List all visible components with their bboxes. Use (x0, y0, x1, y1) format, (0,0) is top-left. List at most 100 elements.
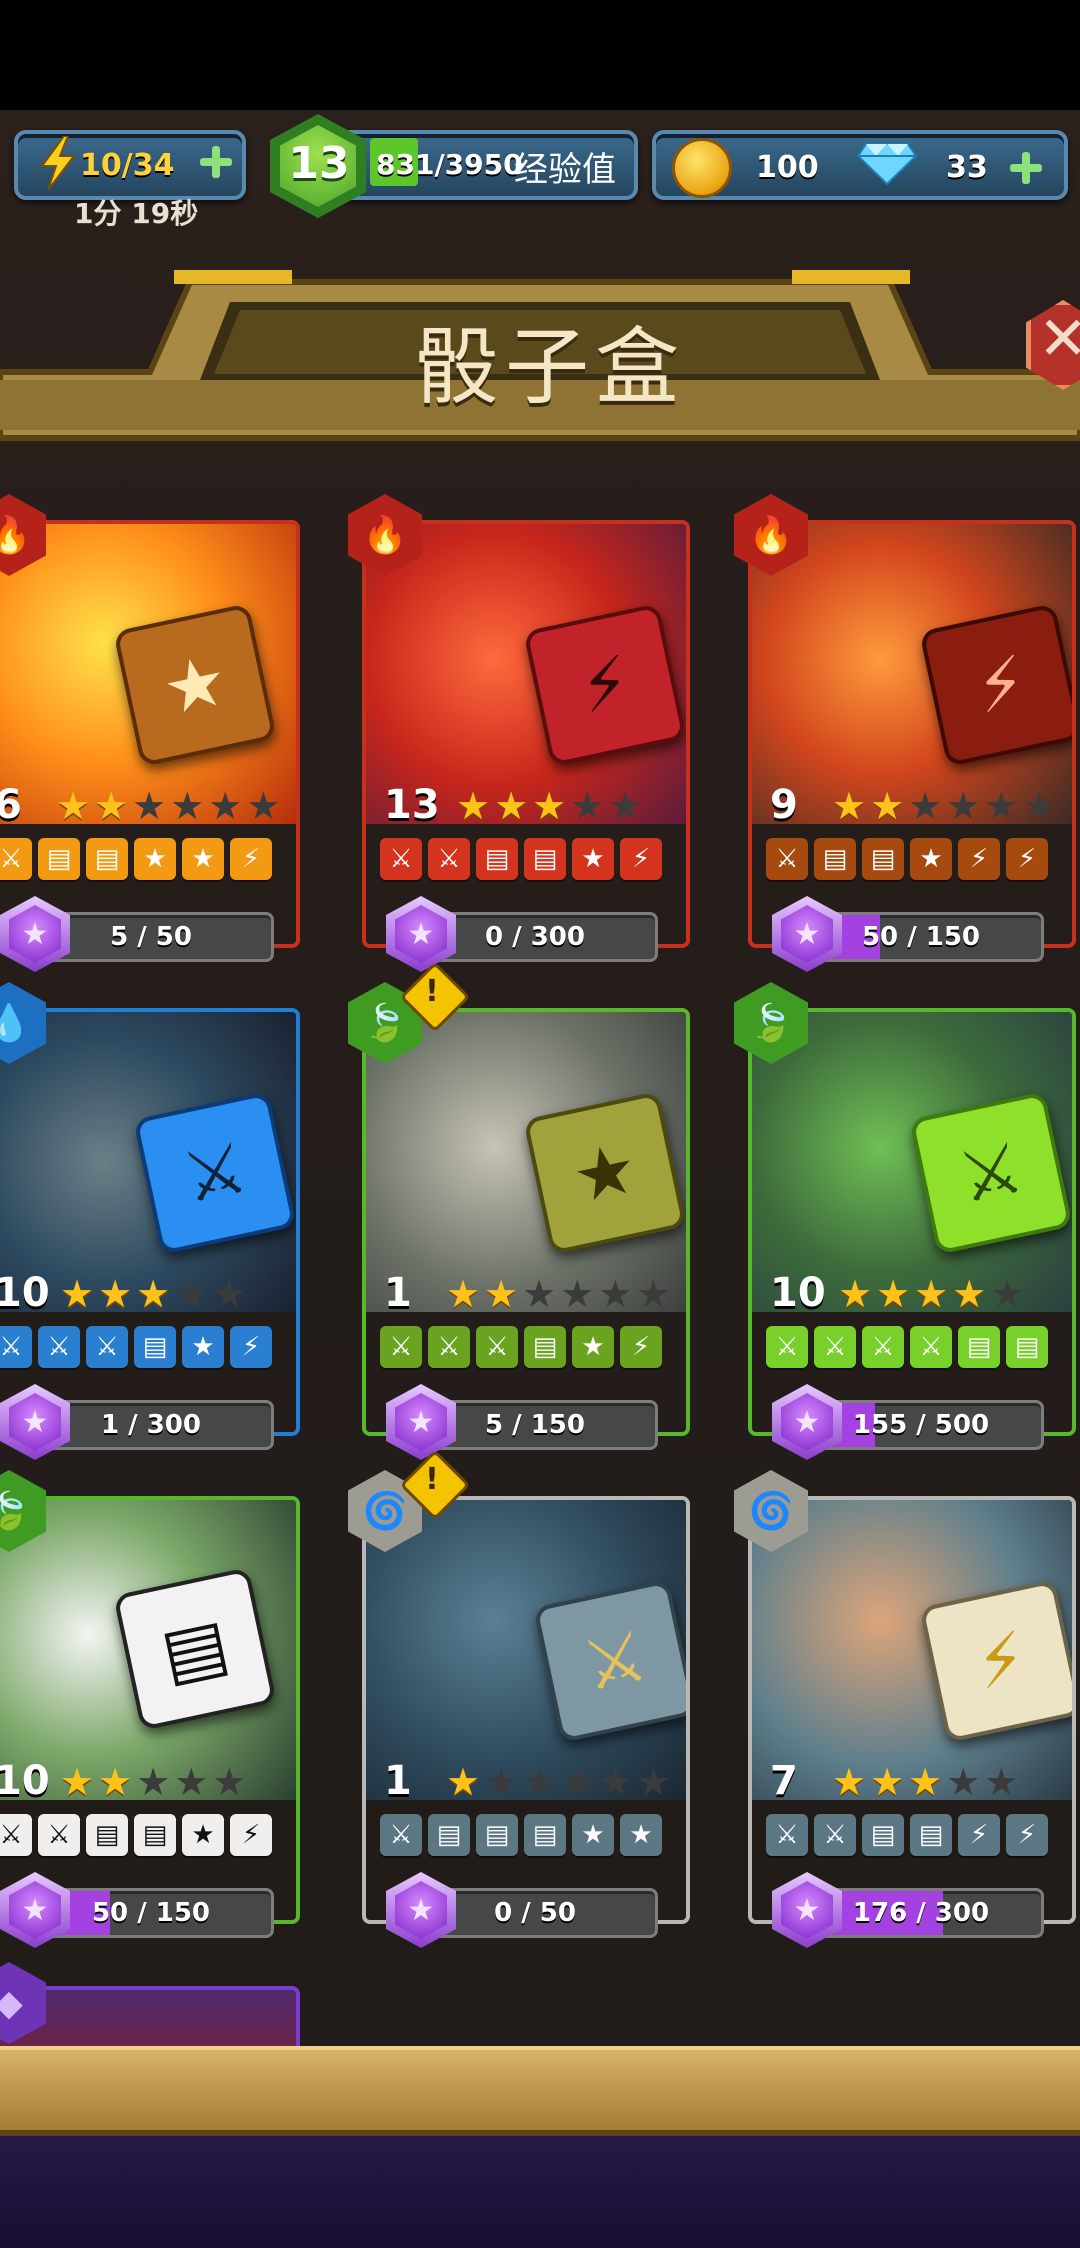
alert-mark: ! (425, 974, 439, 1009)
bottom-frame (0, 2046, 1080, 2136)
face-icon: ▤ (862, 838, 904, 880)
card-level: 9 (770, 782, 798, 828)
face-icon: ⚔ (38, 1814, 80, 1856)
energy-timer: 1分 19秒 (74, 197, 199, 230)
dice-faces: ⚔ ▤ ▤ ★ ⚡ ⚡ (766, 838, 1048, 882)
face-icon: ⚔ (766, 1326, 808, 1368)
card-level: 10 (0, 1270, 50, 1316)
dice-faces: ⚔ ⚔ ⚔ ⚔ ▤ ▤ (766, 1326, 1048, 1370)
close-icon[interactable]: ✕ (1038, 304, 1080, 374)
face-icon: ⚔ (0, 838, 32, 880)
dice-faces: ⚔ ⚔ ⚔ ▤ ★ ⚡ (0, 1326, 272, 1370)
dice-card[interactable]: ⚡ 7 ★★★★★ ⚔ ⚔ ▤ ▤ ⚡ ⚡ (748, 1496, 1076, 1924)
diamond-icon (856, 143, 918, 186)
card-level: 10 (0, 1758, 50, 1804)
face-icon: ▤ (476, 838, 518, 880)
alert-mark: ! (425, 1462, 439, 1497)
lightning-icon (40, 136, 77, 190)
face-icon: ⚡ (230, 1326, 272, 1368)
face-icon: ⚡ (620, 1326, 662, 1368)
dice-icon: ★ (113, 603, 277, 767)
xp-label: 经验值 (514, 150, 616, 190)
coin-value: 100 (756, 150, 819, 185)
page-title: 骰子盒 (414, 318, 685, 416)
star-rating: ★★★★★ (60, 1272, 251, 1316)
card-level: 10 (770, 1270, 826, 1316)
face-icon: ⚔ (428, 1326, 470, 1368)
star-rating: ★★★★★ (838, 1272, 1029, 1316)
face-icon: ⚔ (862, 1326, 904, 1368)
face-icon: ★ (620, 1814, 662, 1856)
face-icon: ⚡ (958, 1814, 1000, 1856)
dice-icon: ▤ (113, 1567, 277, 1731)
card-level: 13 (384, 782, 440, 828)
face-icon: ⚔ (86, 1326, 128, 1368)
dice-icon: ⚔ (533, 1579, 686, 1743)
dice-card[interactable]: ⚡ 13 ★★★★★ ⚔ ⚔ ▤ ▤ ★ ⚡ (362, 520, 690, 948)
star-rating: ★★★★★★ (832, 784, 1061, 828)
face-icon: ⚔ (476, 1326, 518, 1368)
star-rating: ★★★★★★ (446, 1272, 675, 1316)
dice-card[interactable]: ⚔ 10 ★★★★★ ⚔ ⚔ ⚔ ⚔ ▤ ▤ (748, 1008, 1076, 1436)
face-icon: ▤ (476, 1814, 518, 1856)
dice-faces: ⚔ ⚔ ⚔ ▤ ★ ⚡ (380, 1326, 662, 1370)
face-icon: ▤ (134, 1814, 176, 1856)
face-icon: ⚡ (230, 1814, 272, 1856)
dice-icon: ⚔ (909, 1091, 1072, 1255)
coin-icon (672, 138, 732, 198)
face-icon: ▤ (524, 838, 566, 880)
face-icon: ★ (572, 1326, 614, 1368)
face-icon: ⚔ (380, 1326, 422, 1368)
card-level: 6 (0, 782, 22, 828)
face-icon: ★ (134, 838, 176, 880)
card-level: 1 (384, 1270, 412, 1316)
face-icon: ▤ (86, 1814, 128, 1856)
face-icon: ⚔ (0, 1326, 32, 1368)
player-level: 13 (288, 138, 350, 189)
xp-value: 831/3950 (376, 148, 523, 181)
face-icon: ★ (910, 838, 952, 880)
face-icon: ▤ (1006, 1326, 1048, 1368)
face-icon: ⚔ (428, 838, 470, 880)
face-icon: ⚔ (380, 838, 422, 880)
face-icon: ★ (572, 838, 614, 880)
dice-card[interactable]: ★ 6 ★★★★★★ ⚔ ▤ ▤ ★ ★ ⚡ (0, 520, 300, 948)
face-icon: ⚡ (1006, 1814, 1048, 1856)
dice-card[interactable]: ★ 1 ★★★★★★ ⚔ ⚔ ⚔ ▤ ★ ⚡ (362, 1008, 690, 1436)
face-icon: ★ (182, 838, 224, 880)
add-energy-button[interactable] (200, 146, 232, 178)
dice-icon: ⚡ (523, 603, 686, 767)
face-icon: ★ (182, 1326, 224, 1368)
star-rating: ★★★★★ (832, 1760, 1023, 1804)
add-currency-button[interactable] (1010, 152, 1042, 184)
face-icon: ⚔ (0, 1814, 32, 1856)
dice-icon: ⚡ (919, 603, 1072, 767)
face-icon: ⚔ (814, 1326, 856, 1368)
dice-faces: ⚔ ⚔ ▤ ▤ ★ ⚡ (380, 838, 662, 882)
dice-faces: ⚔ ⚔ ▤ ▤ ⚡ ⚡ (766, 1814, 1048, 1858)
gem-value: 33 (946, 150, 988, 185)
dice-card[interactable]: ⚡ 9 ★★★★★★ ⚔ ▤ ▤ ★ ⚡ ⚡ (748, 520, 1076, 948)
face-icon: ⚔ (814, 1814, 856, 1856)
bottom-area (0, 2120, 1080, 2248)
dice-card[interactable]: ⚔ 10 ★★★★★ ⚔ ⚔ ⚔ ▤ ★ ⚡ (0, 1008, 300, 1436)
card-level: 1 (384, 1758, 412, 1804)
dice-icon: ★ (523, 1091, 686, 1255)
dice-card[interactable]: ⚔ 1 ★★★★★★ ⚔ ▤ ▤ ▤ ★ ★ (362, 1496, 690, 1924)
dice-icon: ⚡ (919, 1579, 1072, 1743)
dice-faces: ⚔ ⚔ ▤ ▤ ★ ⚡ (0, 1814, 272, 1858)
face-icon: ▤ (958, 1326, 1000, 1368)
face-icon: ★ (182, 1814, 224, 1856)
dice-card[interactable]: ▤ 10 ★★★★★ ⚔ ⚔ ▤ ▤ ★ ⚡ (0, 1496, 300, 1924)
face-icon: ⚔ (766, 838, 808, 880)
face-icon: ▤ (524, 1326, 566, 1368)
face-icon: ▤ (814, 838, 856, 880)
face-icon: ★ (572, 1814, 614, 1856)
face-icon: ▤ (428, 1814, 470, 1856)
face-icon: ▤ (910, 1814, 952, 1856)
energy-value: 10/34 (80, 148, 175, 183)
face-icon: ▤ (862, 1814, 904, 1856)
face-icon: ⚔ (38, 1326, 80, 1368)
face-icon: ▤ (86, 838, 128, 880)
card-level: 7 (770, 1758, 798, 1804)
